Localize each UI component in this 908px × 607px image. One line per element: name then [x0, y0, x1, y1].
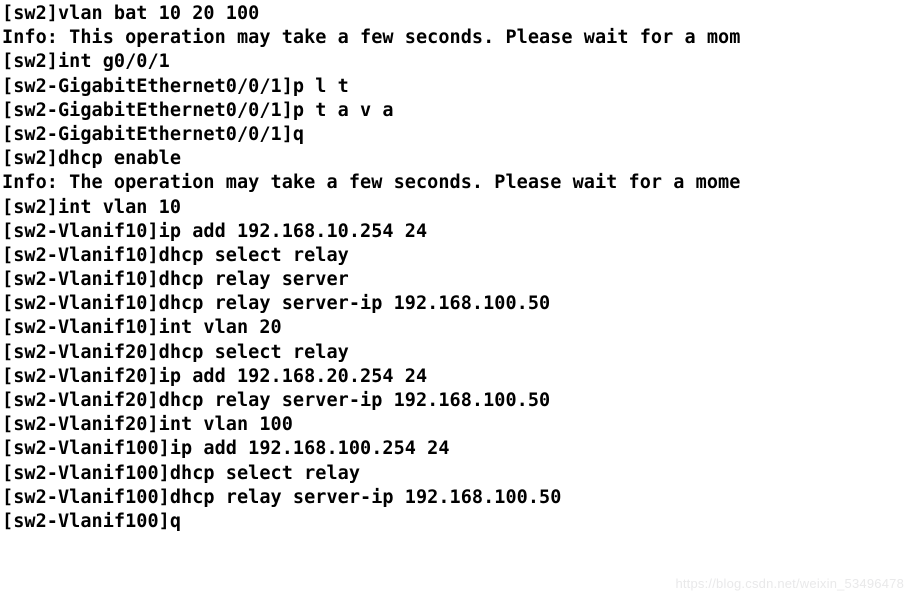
cli-line: [sw2-Vlanif10]dhcp relay server-ip 192.1… [2, 293, 551, 315]
cli-line: [sw2-GigabitEthernet0/0/1]q [2, 123, 305, 145]
cli-line: [sw2-Vlanif20]int vlan 100 [2, 414, 293, 436]
cli-line: [sw2-Vlanif10]dhcp select relay [2, 244, 349, 266]
cli-line: [sw2-Vlanif100]ip add 192.168.100.254 24 [2, 438, 450, 460]
cli-line-list: [sw2]vlan bat 10 20 100 Info: This operat… [2, 2, 908, 534]
cli-line: [sw2-Vlanif100]q [2, 510, 182, 532]
cli-line: [sw2-Vlanif100]dhcp select relay [2, 462, 361, 484]
cli-line: [sw2-Vlanif20]dhcp relay server-ip 192.1… [2, 390, 551, 411]
cli-line: [sw2-Vlanif20]ip add 192.168.20.254 24 [2, 365, 428, 387]
cli-line: [sw2]int g0/0/1 [2, 51, 170, 73]
cli-line: [sw2-Vlanif10]ip add 192.168.10.254 24 [2, 220, 428, 242]
cli-line: [sw2]int vlan 10 [2, 196, 182, 218]
cli-line: [sw2-Vlanif100]dhcp relay server-ip 192.… [2, 486, 562, 508]
cli-line: [sw2-GigabitEthernet0/0/1]p t a v a [2, 99, 394, 121]
cli-line: Info: This operation may take a few seco… [2, 27, 741, 49]
cli-line: [sw2-Vlanif20]dhcp select relay [2, 341, 349, 363]
cli-terminal-output[interactable]: [sw2]vlan bat 10 20 100 Info: This operat… [0, 0, 908, 607]
csdn-watermark: https://blog.csdn.net/weixin_53496478 [675, 576, 904, 591]
cli-line: [sw2-Vlanif10]dhcp relay server [2, 269, 349, 291]
cli-line: [sw2-Vlanif10]int vlan 20 [2, 317, 282, 339]
cli-line: [sw2-GigabitEthernet0/0/1]p l t [2, 75, 349, 97]
cli-line: [sw2]vlan bat 10 20 100 [2, 3, 260, 24]
cli-line: Info: The operation may take a few secon… [2, 172, 741, 194]
cli-line: [sw2]dhcp enable [2, 148, 182, 170]
